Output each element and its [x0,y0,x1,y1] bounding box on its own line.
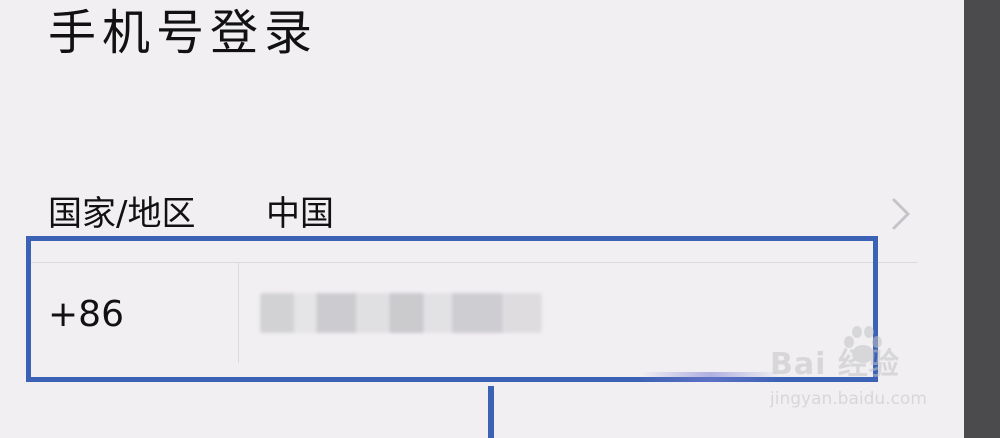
country-region-value: 中国 [266,194,334,234]
watermark-text: Bai 经验 [770,347,900,382]
baidu-jingyan-watermark: Bai 经验 jingyan.baidu.com [764,326,964,420]
right-edge-bar [964,0,1000,438]
page-title: 手机号登录 [48,5,319,61]
chevron-right-icon[interactable] [882,196,918,232]
annotation-pointer-line [488,386,494,438]
country-region-label: 国家/地区 [48,194,196,234]
annotation-highlight-box [26,236,878,382]
watermark-url: jingyan.baidu.com [770,389,927,409]
annotation-smudge [640,372,780,382]
country-region-row[interactable]: 国家/地区 中国 [48,190,918,238]
